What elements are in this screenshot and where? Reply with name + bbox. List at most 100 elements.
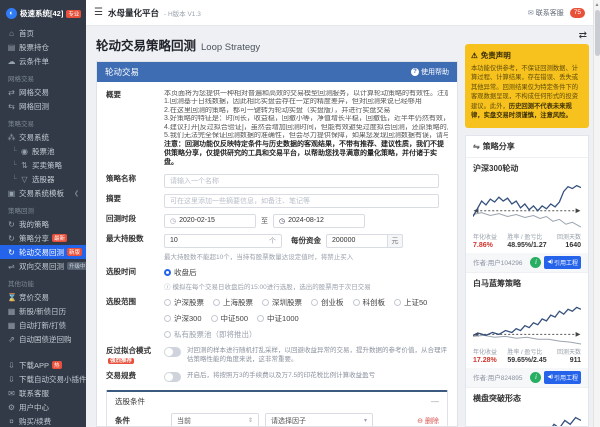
top-header: ☰ 水母量化平台 - H版本 V1.3 ✉ 联系客服 75 xyxy=(86,0,593,26)
fee-description: 开启后，将按照万3的手续费以及万7.5的印花税比例计算收益盈亏 xyxy=(187,371,375,380)
sidebar-item-label: 网格回测 xyxy=(19,101,49,112)
overview-line: 3.好策略的特征是：时间长，收益稳，回撤小等，净值增长平稳，回撤低，近半年仍然有… xyxy=(164,115,448,123)
share-icon: ⇋ xyxy=(473,142,480,151)
scope-option-7[interactable]: 中证500 xyxy=(211,313,249,324)
scope-option-label: 沪深股票 xyxy=(174,297,204,308)
scroll-up-icon[interactable]: ▲ xyxy=(595,0,600,8)
fund-per-share-input[interactable]: 200000 xyxy=(326,234,388,248)
overview-line: 4.建议打开[反过拟合验证]，虽然会增加回测时间，但能有效避免过度拟合回测，还原… xyxy=(164,124,448,132)
scope-option-label: 上证50 xyxy=(404,297,427,308)
max-hold-label: 最大持股数 xyxy=(106,234,164,261)
sidebar-item-system-template[interactable]: ▣交易系统模板❮ xyxy=(0,186,86,200)
strategy-card-title: 横盘突破形态 xyxy=(473,393,581,404)
sidebar-item-label: 交易系统模板 xyxy=(19,188,64,199)
radio-icon xyxy=(213,299,220,306)
info-icon: ⓘ xyxy=(164,281,171,291)
app-logo-icon: ◐ xyxy=(6,8,17,19)
scope-option-private[interactable]: 私有股票池（即将推出） xyxy=(164,329,448,340)
scope-option-label: 创业板 xyxy=(321,297,344,308)
fee-label: 交易规费 xyxy=(106,371,164,382)
sidebar-item-label: 网格交易 xyxy=(19,87,49,98)
strategy-info-button[interactable]: i xyxy=(530,257,541,268)
scope-option-8[interactable]: 中证1000 xyxy=(257,313,299,324)
stat-label: 年化收益 xyxy=(473,232,497,241)
sidebar-item-grid-backtest[interactable]: ⇆网格回测 xyxy=(0,99,86,113)
contact-support-link[interactable]: ✉ 联系客服 xyxy=(528,8,564,18)
quote-strategy-button[interactable]: ◀)引用工程 xyxy=(544,371,581,384)
stat-value: 17.28% xyxy=(473,357,497,364)
sidebar-item-loop-backtest[interactable]: ↻轮动交易回测新版 xyxy=(0,245,86,259)
sidebar-item-dual-backtest[interactable]: ⇌双向交易回测升级中 xyxy=(0,259,86,273)
right-sidebar: ⇄ ⚠ 免责声明 本功能仅供参考，不保证回测数据、计算过程、计算结果，存在错误、… xyxy=(465,26,589,427)
contact-support-icon: ✉ xyxy=(7,389,16,398)
sidebar-item-positions[interactable]: ▤股票持仓 xyxy=(0,40,86,54)
strategy-name-label: 策略名称 xyxy=(106,174,164,188)
scope-option-1[interactable]: 上海股票 xyxy=(213,297,253,308)
sidebar-item-trade-system[interactable]: ⁂交易系统 xyxy=(0,130,86,144)
sidebar-item-cloud-order[interactable]: ☁云条件单 xyxy=(0,54,86,68)
period-separator: 至 xyxy=(261,216,268,226)
quote-strategy-button[interactable]: ◀)引用工程 xyxy=(544,256,581,269)
tree-branch-icon: └ xyxy=(12,162,17,169)
scope-option-label: 科创板 xyxy=(363,297,386,308)
content-area: 轮动交易策略回测 Loop Strategy 轮动交易 ? 使用帮助 概要 xyxy=(86,26,593,427)
sidebar-item-purchase[interactable]: ¤购买/续费 xyxy=(0,414,86,427)
fee-toggle[interactable] xyxy=(164,372,181,382)
max-hold-value: 10 xyxy=(170,237,178,244)
overfit-badge: 强烈推荐 xyxy=(108,358,134,364)
sidebar-item-download-app[interactable]: ⇩下载APP热 xyxy=(0,358,86,372)
notification-badge[interactable]: 75 xyxy=(570,8,585,18)
scrollbar-thumb[interactable] xyxy=(595,10,600,56)
scope-option-label: 沪深300 xyxy=(174,313,202,324)
share-card-list: 沪深300轮动年化收益7.86%胜率 / 盈亏比48.95%/1.27回测天数1… xyxy=(466,158,588,427)
stat-label: 回测天数 xyxy=(557,232,581,241)
strategy-info-button[interactable]: i xyxy=(530,372,541,383)
scope-option-4[interactable]: 科创板 xyxy=(353,297,386,308)
sidebar-item-ipo-calendar[interactable]: ▦新股/新债日历 xyxy=(0,304,86,318)
sidebar-item-buy-sell-strategy[interactable]: └⇅买卖策略 xyxy=(0,158,86,172)
sidebar-item-label: 我的策略 xyxy=(19,219,49,230)
sidebar-item-label: 股票持仓 xyxy=(19,42,49,53)
sidebar-item-auction-trade[interactable]: ⌛竞价交易 xyxy=(0,290,86,304)
scope-option-label: 中证500 xyxy=(221,313,249,324)
sidebar-item-auto-apply[interactable]: ▦自动打新/打债 xyxy=(0,318,86,332)
help-button[interactable]: ? 使用帮助 xyxy=(411,67,449,77)
disclaimer-card: ⚠ 免责声明 本功能仅供参考，不保证回测数据、计算过程、计算结果，存在错误、丢失… xyxy=(465,44,589,128)
pick-time-radio-close[interactable]: 收盘后 xyxy=(164,267,448,278)
scope-option-5[interactable]: 上证50 xyxy=(394,297,427,308)
sidebar-item-reverse-repo[interactable]: ⇗自动国债逆回购 xyxy=(0,332,86,346)
sidebar-item-user-center[interactable]: ⚙用户中心 xyxy=(0,400,86,414)
scope-option-6[interactable]: 沪深300 xyxy=(164,313,202,324)
delete-condition-button[interactable]: ⊖ 删除 xyxy=(417,416,439,426)
strategy-card-title: 沪深300轮动 xyxy=(473,163,581,174)
sidebar-item-my-strategy[interactable]: ↻我的策略 xyxy=(0,217,86,231)
condition-factor-select[interactable]: 请选择因子 ▾ xyxy=(265,413,373,426)
collapse-icon[interactable]: — xyxy=(431,397,439,406)
swap-layout-icon[interactable]: ⇄ xyxy=(579,30,587,41)
sidebar-item-home[interactable]: ⌂首页 xyxy=(0,26,86,40)
sidebar-item-stock-filter[interactable]: └▽选股器 xyxy=(0,172,86,186)
home-icon: ⌂ xyxy=(7,29,16,38)
stat-1: 胜率 / 盈亏比59.65%/2.45 xyxy=(507,347,546,364)
sidebar-item-stock-pool[interactable]: └◉股票池 xyxy=(0,144,86,158)
panel-header: 轮动交易 ? 使用帮助 xyxy=(97,62,457,82)
condition-current-select[interactable]: 当前 ⇕ xyxy=(171,413,259,426)
max-hold-input[interactable]: 10 个 xyxy=(164,234,282,248)
window-scrollbar[interactable]: ▲ xyxy=(593,0,600,427)
scope-option-3[interactable]: 创业板 xyxy=(311,297,344,308)
stat-0: 年化收益7.86% xyxy=(473,232,497,249)
overfit-toggle[interactable] xyxy=(164,347,181,357)
sidebar-item-strategy-share[interactable]: ↻策略分享最新 xyxy=(0,231,86,245)
scope-option-0[interactable]: 沪深股票 xyxy=(164,297,204,308)
strategy-name-input[interactable]: 请输入一个名称 xyxy=(164,174,439,188)
sidebar-item-download-plugin[interactable]: ⇩下载自动交易小插件 xyxy=(0,372,86,386)
end-date-input[interactable]: ◷ 2024-08-12 xyxy=(273,214,365,228)
sidebar-item-contact-support[interactable]: ✉联系客服 xyxy=(0,386,86,400)
sidebar-item-grid-trade[interactable]: ⇄网格交易 xyxy=(0,85,86,99)
loop-strategy-panel: 轮动交易 ? 使用帮助 概要 本页面将为您提供一种相对普遍和高效的交易模型回测服… xyxy=(96,61,458,427)
menu-icon[interactable]: ☰ xyxy=(94,7,103,18)
summary-label: 摘要 xyxy=(106,194,164,208)
summary-input[interactable]: 可在这里添加一些摘要信息，如备注、笔记等 xyxy=(164,194,439,208)
start-date-input[interactable]: ◷ 2020-02-15 xyxy=(164,214,256,228)
scope-option-2[interactable]: 深圳股票 xyxy=(262,297,302,308)
